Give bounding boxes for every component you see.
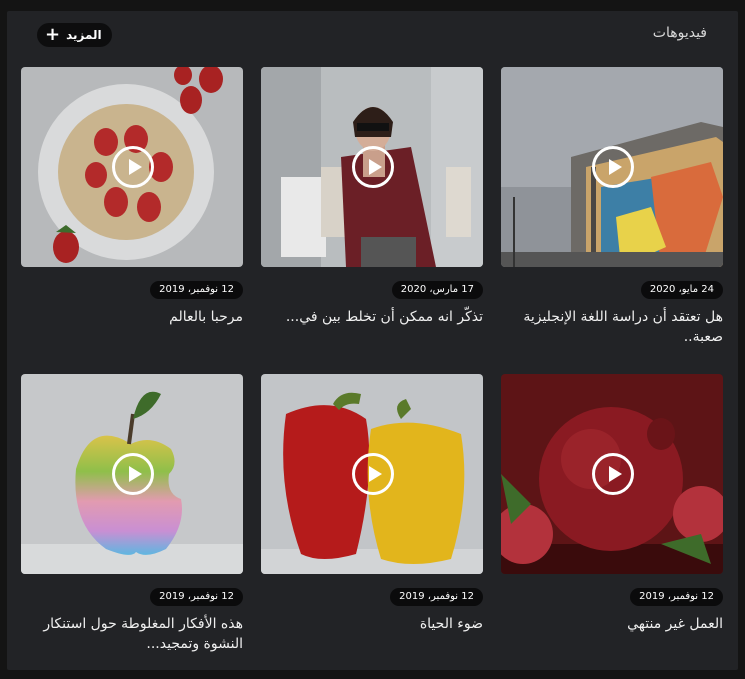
video-thumbnail[interactable] [261, 374, 483, 574]
video-title[interactable]: مرحبا بالعالم [21, 307, 243, 327]
video-thumbnail[interactable] [501, 67, 723, 267]
video-thumbnail[interactable] [21, 374, 243, 574]
video-card: 24 مايو، 2020 هل تعتقد أن دراسة اللغة ال… [501, 67, 723, 357]
play-icon [592, 453, 634, 495]
more-label: المزيد [66, 28, 102, 42]
video-date: 24 مايو، 2020 [640, 281, 723, 299]
video-title[interactable]: العمل غير منتهي [501, 614, 723, 634]
video-card: 12 نوفمبر، 2019 مرحبا بالعالم [21, 67, 243, 357]
video-title[interactable]: ضوء الحياة [261, 614, 483, 634]
play-icon [592, 146, 634, 188]
play-icon [352, 453, 394, 495]
videos-panel: فيديوهات المزيد + 24 مايو، 2020 هل تعتقد… [7, 11, 738, 670]
plus-icon: + [45, 24, 61, 45]
video-card: 17 مارس، 2020 تذكّر انه ممكن أن تخلط بين… [261, 67, 483, 357]
play-icon [112, 453, 154, 495]
section-title: فيديوهات [652, 25, 707, 41]
video-title[interactable]: هل تعتقد أن دراسة اللغة الإنجليزية صعبة.… [501, 307, 723, 347]
video-thumbnail[interactable] [261, 67, 483, 267]
play-icon [352, 146, 394, 188]
video-card: 12 نوفمبر، 2019 العمل غير منتهي [501, 374, 723, 664]
video-card: 12 نوفمبر، 2019 ضوء الحياة [261, 374, 483, 664]
more-button[interactable]: المزيد + [37, 23, 112, 47]
video-date: 12 نوفمبر، 2019 [390, 588, 483, 606]
video-date: 17 مارس، 2020 [391, 281, 483, 299]
video-title[interactable]: هذه الأفكار المغلوطة حول استنكار النشوة … [21, 614, 243, 654]
video-date: 12 نوفمبر، 2019 [630, 588, 723, 606]
video-thumbnail[interactable] [21, 67, 243, 267]
video-title[interactable]: تذكّر انه ممكن أن تخلط بين في... [261, 307, 483, 327]
video-date: 12 نوفمبر، 2019 [150, 588, 243, 606]
video-date: 12 نوفمبر، 2019 [150, 281, 243, 299]
section-header: فيديوهات المزيد + [7, 11, 738, 61]
video-thumbnail[interactable] [501, 374, 723, 574]
video-card: 12 نوفمبر، 2019 هذه الأفكار المغلوطة حول… [21, 374, 243, 664]
play-icon [112, 146, 154, 188]
